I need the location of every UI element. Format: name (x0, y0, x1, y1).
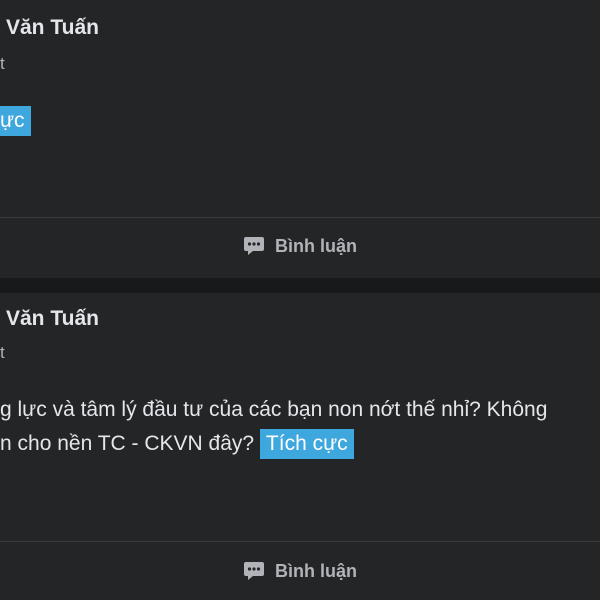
post-divider (0, 541, 600, 542)
comment-icon (244, 562, 264, 580)
comment-button-label: Bình luận (275, 560, 357, 581)
comment-button-content: Bình luận (243, 236, 357, 257)
post-body: ực (0, 104, 31, 138)
post-body: g lực và tâm lý đầu tư của các bạn non n… (0, 393, 547, 461)
sentiment-tag[interactable]: Tích cực (259, 429, 354, 459)
post-author-name[interactable]: Văn Tuấn (6, 16, 99, 40)
comment-button[interactable]: Bình luận (0, 547, 600, 595)
post-author-name[interactable]: Văn Tuấn (6, 307, 99, 331)
post-body-line-text: n cho nền TC - CKVN đây? (0, 432, 255, 455)
post-card: Văn Tuấn t ực Bình luận (0, 0, 600, 278)
post-body-line: g lực và tâm lý đầu tư của các bạn non n… (0, 398, 548, 421)
sentiment-tag[interactable]: ực (0, 106, 31, 136)
comment-button-content: Bình luận (243, 561, 357, 582)
post-timestamp[interactable]: t (0, 54, 5, 74)
comment-button[interactable]: Bình luận (0, 222, 600, 270)
post-divider (0, 217, 600, 218)
comment-icon (244, 237, 264, 255)
post-timestamp[interactable]: t (0, 343, 5, 363)
news-feed: Văn Tuấn t ực Bình luận Văn Tuấn t g lực… (0, 0, 600, 600)
comment-button-label: Bình luận (275, 235, 357, 256)
post-body-line: n cho nền TC - CKVN đây? Tích cực (0, 427, 547, 461)
post-card: Văn Tuấn t g lực và tâm lý đầu tư của cá… (0, 293, 600, 600)
